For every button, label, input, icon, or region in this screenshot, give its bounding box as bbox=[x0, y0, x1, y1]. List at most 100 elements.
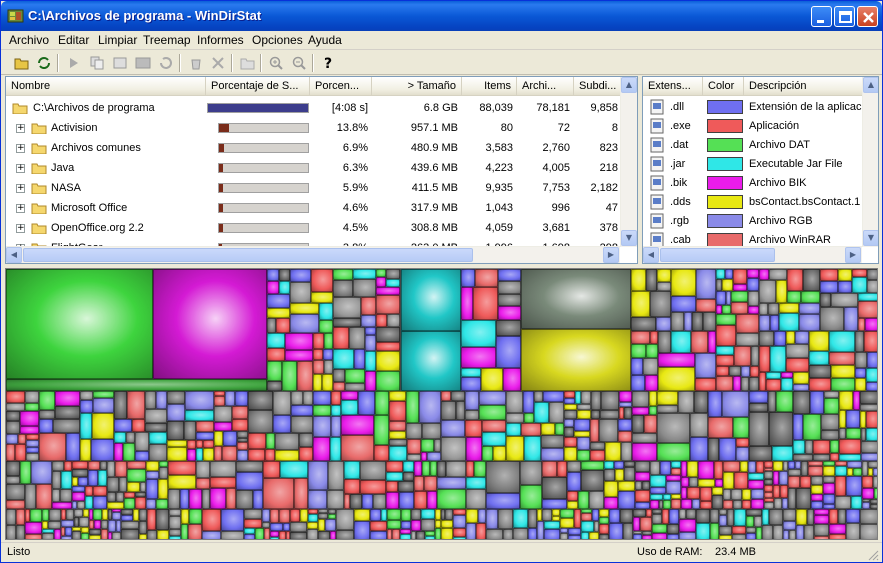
treemap-tile[interactable] bbox=[434, 439, 441, 452]
treemap-tile[interactable] bbox=[313, 391, 331, 405]
treemap-tile[interactable] bbox=[61, 471, 72, 489]
treemap-tile[interactable] bbox=[560, 518, 574, 528]
treemap-tile[interactable] bbox=[72, 531, 81, 539]
treemap-tile[interactable] bbox=[78, 477, 88, 486]
treemap-tile[interactable] bbox=[853, 391, 860, 410]
treemap-tile[interactable] bbox=[581, 391, 591, 404]
treemap-tile[interactable] bbox=[119, 477, 127, 492]
tree-row[interactable]: + Activision 13.8% 957.1 MB 80 72 8 bbox=[6, 118, 637, 138]
treemap-tile[interactable] bbox=[6, 269, 153, 379]
menu-ayuda[interactable]: Ayuda bbox=[308, 33, 342, 47]
treemap-tile[interactable] bbox=[167, 447, 187, 461]
minimize-button[interactable] bbox=[811, 6, 832, 27]
treemap-tile[interactable] bbox=[679, 509, 686, 519]
treemap-tile[interactable] bbox=[290, 532, 307, 539]
treemap-tile[interactable] bbox=[331, 405, 341, 416]
treemap-tile[interactable] bbox=[534, 391, 543, 402]
treemap-tile[interactable] bbox=[135, 432, 149, 451]
treemap-tile[interactable] bbox=[635, 472, 650, 481]
treemap-tile[interactable] bbox=[851, 496, 862, 509]
treemap-tile[interactable] bbox=[270, 523, 283, 531]
treemap-tile[interactable] bbox=[236, 472, 263, 490]
treemap-tile[interactable] bbox=[858, 318, 865, 331]
treemap-tile[interactable] bbox=[307, 529, 318, 539]
treemap-tile[interactable] bbox=[479, 391, 506, 405]
treemap-tile[interactable] bbox=[267, 361, 282, 381]
treemap-tile[interactable] bbox=[658, 367, 695, 391]
treemap-tile[interactable] bbox=[53, 419, 80, 433]
treemap-tile[interactable] bbox=[267, 348, 285, 361]
treemap-tile[interactable] bbox=[662, 509, 669, 524]
directory-list[interactable]: Nombre Porcentaje de S... Porcen... > Ta… bbox=[5, 76, 638, 264]
treemap-tile[interactable] bbox=[748, 480, 764, 489]
treemap-tile[interactable] bbox=[719, 535, 732, 539]
treemap-tile[interactable] bbox=[729, 366, 741, 376]
scroll-right-button[interactable]: ▶ bbox=[845, 247, 861, 263]
treemap-tile[interactable] bbox=[121, 529, 139, 539]
treemap-tile[interactable] bbox=[91, 439, 114, 461]
treemap-tile[interactable] bbox=[248, 391, 273, 410]
treemap-tile[interactable] bbox=[868, 461, 877, 468]
treemap-tile[interactable] bbox=[387, 509, 401, 520]
treemap-tile[interactable] bbox=[79, 517, 89, 527]
treemap-tile[interactable] bbox=[632, 391, 649, 407]
treemap-tile[interactable] bbox=[147, 509, 156, 530]
treemap-tile[interactable] bbox=[421, 439, 434, 452]
treemap-tile[interactable] bbox=[650, 475, 666, 487]
treemap-tile[interactable] bbox=[769, 269, 787, 280]
treemap-tile[interactable] bbox=[270, 537, 279, 539]
treemap-tile[interactable] bbox=[687, 461, 698, 477]
treemap-tile[interactable] bbox=[568, 528, 581, 535]
treemap-tile[interactable] bbox=[214, 431, 223, 446]
expand-toggle-icon[interactable]: + bbox=[16, 124, 25, 133]
treemap-tile[interactable] bbox=[544, 521, 560, 529]
treemap-tile[interactable] bbox=[695, 378, 716, 391]
treemap-tile[interactable] bbox=[513, 528, 528, 539]
treemap-tile[interactable] bbox=[787, 291, 801, 303]
treemap-tile[interactable] bbox=[308, 490, 327, 509]
treemap-tile[interactable] bbox=[813, 440, 830, 454]
treemap-tile[interactable] bbox=[838, 509, 846, 524]
treemap-tile[interactable] bbox=[115, 461, 127, 477]
treemap-tile[interactable] bbox=[589, 532, 599, 539]
treemap-tile[interactable] bbox=[759, 372, 766, 391]
treemap-tile[interactable] bbox=[331, 416, 341, 437]
treemap-tile[interactable] bbox=[26, 453, 39, 461]
treemap-tile[interactable] bbox=[139, 509, 147, 521]
treemap-tile[interactable] bbox=[214, 406, 232, 422]
treemap-tile[interactable] bbox=[146, 479, 158, 499]
treemap-tile[interactable] bbox=[168, 461, 196, 475]
treemap-tile[interactable] bbox=[333, 369, 345, 382]
treemap-tile[interactable] bbox=[451, 391, 465, 401]
treemap-tile[interactable] bbox=[283, 523, 290, 531]
treemap-tile[interactable] bbox=[774, 331, 786, 346]
treemap-tile[interactable] bbox=[486, 493, 520, 509]
treemap-tile[interactable] bbox=[279, 531, 286, 539]
treemap-tile[interactable] bbox=[741, 377, 749, 391]
treemap-tile[interactable] bbox=[692, 499, 700, 509]
treemap-tile[interactable] bbox=[759, 346, 770, 372]
treemap-tile[interactable] bbox=[147, 530, 157, 539]
treemap-tile[interactable] bbox=[127, 469, 146, 482]
treemap-tile[interactable] bbox=[344, 461, 360, 479]
properties-button[interactable] bbox=[239, 54, 257, 72]
treemap-tile[interactable] bbox=[285, 350, 313, 361]
treemap-tile[interactable] bbox=[360, 461, 386, 480]
treemap-tile[interactable] bbox=[506, 391, 523, 413]
treemap-tile[interactable] bbox=[528, 528, 537, 539]
treemap-tile[interactable] bbox=[600, 410, 619, 419]
treemap-tile[interactable] bbox=[564, 391, 575, 398]
treemap-tile[interactable] bbox=[801, 291, 820, 303]
treemap-tile[interactable] bbox=[642, 535, 652, 539]
treemap-tile[interactable] bbox=[72, 492, 85, 501]
treemap-tile[interactable] bbox=[759, 315, 770, 331]
treemap-tile[interactable] bbox=[769, 412, 793, 446]
treemap-tile[interactable] bbox=[466, 477, 486, 489]
treemap-tile[interactable] bbox=[824, 398, 839, 414]
treemap-tile[interactable] bbox=[633, 517, 640, 531]
treemap-tile[interactable] bbox=[307, 522, 318, 529]
treemap-tile[interactable] bbox=[341, 400, 358, 415]
treemap-tile[interactable] bbox=[196, 448, 203, 461]
treemap-tile[interactable] bbox=[101, 520, 108, 529]
treemap-tile[interactable] bbox=[365, 327, 376, 335]
